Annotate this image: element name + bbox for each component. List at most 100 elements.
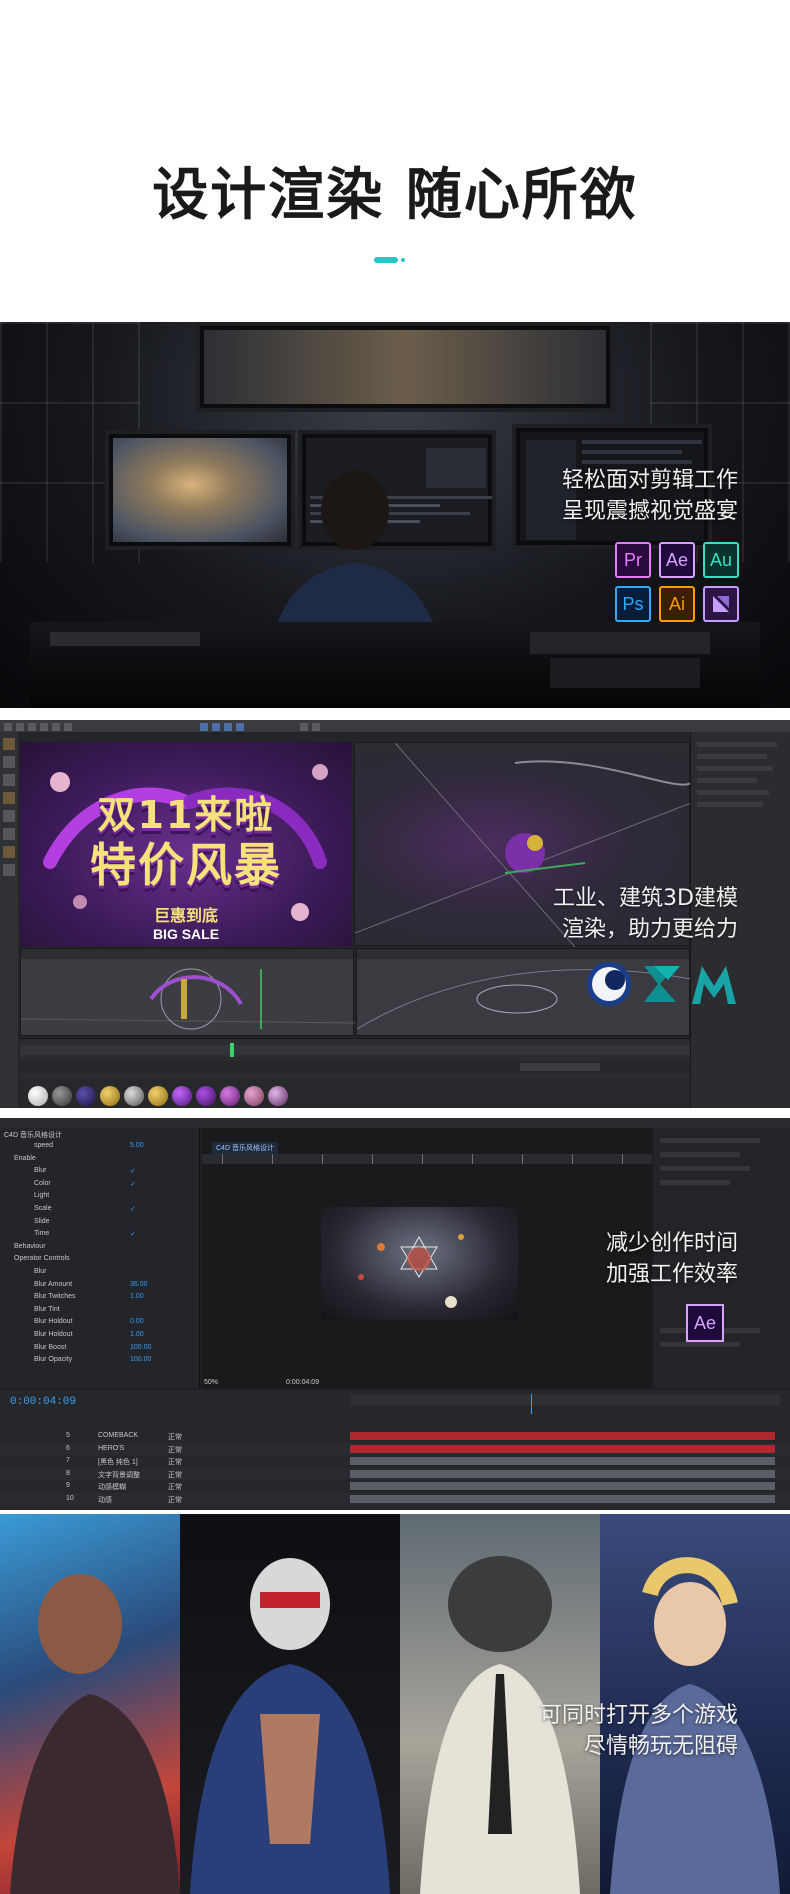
effect-control-name: Blur Tint <box>34 1305 60 1313</box>
effect-control-name: Blur <box>34 1268 47 1275</box>
effect-control-name: Enable <box>14 1154 36 1162</box>
layer-duration-bar[interactable] <box>350 1444 775 1453</box>
modeling-panel: 双11来啦 特价风暴 巨惠到底 BIG SALE 工业、建筑3D建模 渲染，助力… <box>0 720 790 1108</box>
effect-control-row[interactable]: Light <box>34 1192 49 1204</box>
effect-control-row[interactable]: Blur Twitches 1.00 <box>34 1293 144 1305</box>
effect-control-row[interactable]: Blur <box>34 1268 46 1280</box>
layer-duration-bar[interactable] <box>350 1494 775 1503</box>
promo-subtitle: 巨惠到底 BIG SALE <box>20 902 352 942</box>
after-effects-icon: Ae <box>686 1304 724 1342</box>
c4d-timeline <box>20 1038 690 1078</box>
effect-control-value[interactable]: ✓ <box>130 1230 136 1238</box>
layer-mode[interactable]: 正常 <box>168 1470 182 1480</box>
layer-number: 10 <box>66 1494 74 1502</box>
effect-control-value[interactable]: 100.00 <box>130 1356 151 1363</box>
layer-name[interactable]: 动感模糊 <box>98 1482 126 1492</box>
comp-tab[interactable]: C4D 音乐风格设计 <box>212 1142 278 1154</box>
layer-row[interactable]: 5 COMEBACK 正常 <box>0 1430 790 1442</box>
effect-control-row[interactable]: speed 5.00 <box>34 1142 144 1154</box>
layer-row[interactable]: 7 [黑色 纯色 1] 正常 <box>0 1455 790 1467</box>
layer-row[interactable]: 8 文字背景调整 正常 <box>0 1467 790 1480</box>
effect-control-name: Blur <box>34 1167 47 1175</box>
effect-control-row[interactable]: Blur Holdout 1.00 <box>34 1331 144 1343</box>
layer-mode[interactable]: 正常 <box>168 1457 182 1467</box>
cinema4d-logo-icon <box>585 960 633 1008</box>
layer-name[interactable]: 文字背景调整 <box>98 1470 140 1480</box>
layer-row[interactable]: 9 动感模糊 正常 <box>0 1480 790 1492</box>
effect-control-row[interactable]: Slide <box>34 1218 50 1230</box>
title-accent-divider <box>374 257 405 263</box>
effect-control-row[interactable]: Time ✓ <box>34 1230 136 1242</box>
caption-line: 渲染，助力更给力 <box>561 917 738 942</box>
caption-line: 工业、建筑3D建模 <box>553 886 738 911</box>
render-preview: 双11来啦 特价风暴 巨惠到底 BIG SALE <box>20 742 352 946</box>
caption-line: 减少创作时间 <box>605 1231 738 1256</box>
effect-control-value[interactable]: ✓ <box>130 1167 136 1175</box>
caption-line: 可同时打开多个游戏 <box>539 1703 738 1728</box>
effect-control-value[interactable]: 100.00 <box>130 1344 151 1351</box>
effect-control-row[interactable]: Enable <box>14 1155 36 1167</box>
effect-control-row[interactable]: Blur Opacity 100.00 <box>34 1356 151 1368</box>
media-encoder-icon <box>703 586 739 622</box>
effect-control-row[interactable]: Behaviour <box>14 1243 46 1255</box>
layer-duration-bar[interactable] <box>350 1432 775 1440</box>
game-character-art <box>180 1514 400 1894</box>
top-viewport <box>20 948 355 1036</box>
layer-mode[interactable]: 正常 <box>168 1482 182 1492</box>
layer-name[interactable]: [黑色 纯色 1] <box>98 1457 138 1467</box>
editing-caption: 轻松面对剪辑工作 呈现震撼视觉盛宴 <box>562 465 738 527</box>
layer-number: 9 <box>66 1482 70 1489</box>
c4d-tool-column <box>0 732 18 1108</box>
promo-line: 特价风暴 <box>90 838 282 892</box>
effect-control-value[interactable]: 1.00 <box>130 1293 144 1300</box>
layer-name[interactable]: HERO'S <box>98 1445 124 1452</box>
promo-line: 双11来啦 <box>97 793 275 837</box>
layer-mode[interactable]: 正常 <box>168 1495 182 1505</box>
layer-duration-bar[interactable] <box>350 1469 775 1478</box>
caption-line: 尽情畅玩无阻碍 <box>583 1734 738 1759</box>
layer-mode[interactable]: 正常 <box>168 1432 182 1442</box>
promo-sub-line: BIG SALE <box>152 926 220 942</box>
layer-name[interactable]: COMEBACK <box>98 1432 138 1439</box>
modeling-caption: 工业、建筑3D建模 渲染，助力更给力 <box>553 883 738 945</box>
effect-control-name: Blur Opacity <box>34 1356 73 1364</box>
zoom-level[interactable]: 50% <box>204 1379 218 1386</box>
effect-control-row[interactable]: Scale ✓ <box>34 1205 136 1217</box>
caption-line: 加强工作效率 <box>605 1262 738 1287</box>
layer-duration-bar[interactable] <box>350 1457 775 1465</box>
effect-control-name: Behaviour <box>14 1242 46 1250</box>
effect-control-row[interactable]: Operator Controls <box>14 1255 70 1267</box>
c4d-toolbar <box>0 720 790 732</box>
promo-line: 巨惠到底 <box>153 908 218 925</box>
effect-control-value[interactable]: ✓ <box>130 1205 136 1213</box>
effect-control-value[interactable]: 36.00 <box>130 1281 148 1288</box>
layer-number: 7 <box>66 1457 70 1464</box>
desk <box>30 622 760 708</box>
effect-control-name: Slide <box>34 1217 50 1225</box>
editing-panel: 轻松面对剪辑工作 呈现震撼视觉盛宴 Pr Ae Au Ps Ai <box>0 322 790 708</box>
layer-name[interactable]: 动感 <box>98 1495 112 1505</box>
3dsmax-logo-icon <box>640 960 684 1008</box>
effect-control-value[interactable]: ✓ <box>130 1180 136 1188</box>
effect-control-name: Blur Holdout <box>34 1318 73 1326</box>
effect-control-row[interactable]: Color ✓ <box>34 1180 136 1192</box>
layer-row[interactable]: 10 动感 正常 <box>0 1492 790 1505</box>
after-effects-icon: Ae <box>659 542 695 578</box>
effect-control-row[interactable]: Blur Boost 100.00 <box>34 1344 151 1356</box>
maya-logo-icon <box>690 960 738 1008</box>
layer-duration-bar[interactable] <box>350 1482 775 1490</box>
effect-control-row[interactable]: Blur Amount 36.00 <box>34 1281 148 1293</box>
effect-control-value[interactable]: 5.00 <box>130 1142 144 1149</box>
effect-control-row[interactable]: Blur Tint <box>34 1306 60 1318</box>
layer-mode[interactable]: 正常 <box>168 1445 182 1455</box>
effect-control-name: Light <box>34 1192 50 1200</box>
effect-control-row[interactable]: Blur ✓ <box>34 1167 136 1179</box>
effect-control-name: Operator Controls <box>14 1255 70 1263</box>
effect-control-name: Blur Holdout <box>34 1331 73 1338</box>
effect-control-value[interactable]: 1.00 <box>130 1331 144 1338</box>
effect-control-value[interactable]: 0.00 <box>130 1318 144 1325</box>
gaming-panel: 可同时打开多个游戏 尽情畅玩无阻碍 <box>0 1514 790 1894</box>
motion-caption: 减少创作时间 加强工作效率 <box>606 1228 738 1290</box>
layer-row[interactable]: 6 HERO'S 正常 <box>0 1442 790 1455</box>
effect-control-row[interactable]: Blur Holdout 0.00 <box>34 1318 144 1330</box>
